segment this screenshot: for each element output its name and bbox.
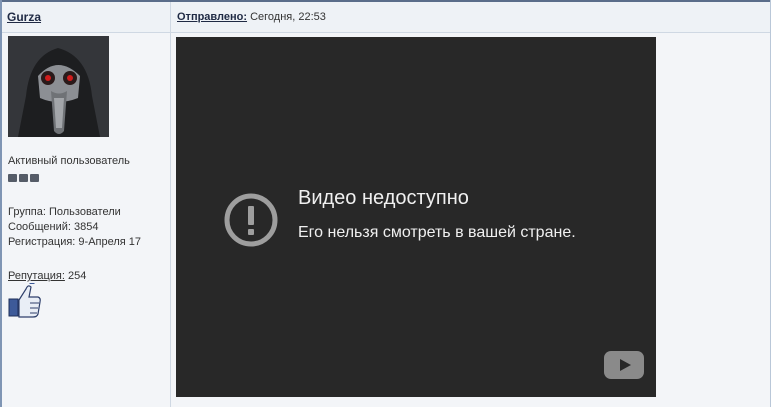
- youtube-logo-icon[interactable]: [604, 351, 644, 379]
- error-circle-icon: [224, 193, 278, 247]
- reputation: Репутация: 254: [8, 270, 86, 282]
- post-date: Отправлено: Сегодня, 22:53: [177, 11, 326, 23]
- avatar-image: [8, 36, 109, 137]
- reputation-value: 254: [67, 270, 87, 282]
- video-error-subtitle: Его нельзя смотреть в вашей стране.: [298, 224, 576, 241]
- video-error-title: Видео недоступно: [298, 187, 469, 209]
- author-name-link[interactable]: Gurza: [7, 10, 41, 24]
- rank-pips: [8, 174, 39, 182]
- user-group: Группа: Пользователи: [8, 206, 121, 218]
- user-posts: Сообщений: 3854: [8, 221, 99, 233]
- sent-time: Сегодня, 22:53: [250, 11, 326, 23]
- forum-post: Gurza Отправлено: Сегодня, 22:53 Активны…: [0, 0, 771, 407]
- user-rank-title: Активный пользователь: [8, 155, 130, 167]
- rank-pip: [30, 174, 39, 182]
- reputation-link[interactable]: Репутация:: [8, 270, 65, 282]
- video-player[interactable]: Видео недоступно Его нельзя смотреть в в…: [176, 37, 656, 397]
- sent-label: Отправлено:: [177, 11, 248, 23]
- rank-pip: [19, 174, 28, 182]
- thumbs-up-icon[interactable]: [8, 283, 42, 319]
- column-divider: [170, 2, 171, 407]
- user-registered: Регистрация: 9-Апреля 17: [8, 236, 142, 248]
- avatar[interactable]: [8, 36, 109, 137]
- rank-pip: [8, 174, 17, 182]
- post-header: [2, 2, 770, 33]
- left-border: [0, 0, 2, 407]
